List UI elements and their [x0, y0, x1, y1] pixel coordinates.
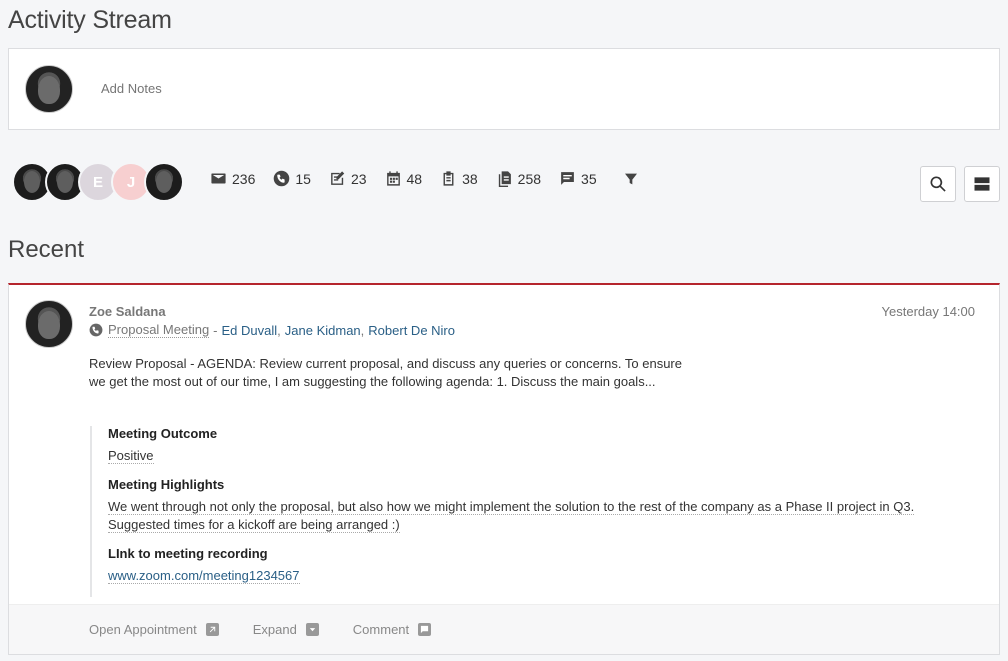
email-icon	[211, 173, 226, 184]
recent-title: Recent	[8, 236, 85, 263]
comment-icon	[561, 172, 574, 185]
task-count[interactable]: 38	[440, 170, 478, 187]
page-title: Activity Stream	[8, 6, 172, 34]
add-notes-input[interactable]	[101, 81, 701, 96]
phone-count-value: 15	[295, 170, 311, 187]
activity-counts: 236 15 23 48 38 258 35	[210, 170, 639, 187]
calendar-icon	[386, 171, 400, 186]
document-count-value: 258	[517, 170, 542, 187]
outcome-label: Meeting Outcome	[108, 426, 218, 441]
card-footer: Open Appointment Expand Comment	[9, 604, 999, 654]
highlights-label: Meeting Highlights	[108, 477, 225, 492]
document-icon	[498, 171, 511, 187]
comment-button[interactable]: Comment	[352, 622, 432, 637]
search-button[interactable]	[920, 166, 956, 202]
task-count-value: 38	[462, 170, 478, 187]
email-count-value: 236	[232, 170, 256, 187]
chevron-down-icon	[305, 623, 319, 636]
meeting-details: Meeting Outcome Positive Meeting Highlig…	[90, 426, 970, 597]
filter-bar: E J 236 15 23 48 38 258 35	[8, 160, 1000, 204]
notes-count-value: 23	[350, 170, 367, 187]
comment-count[interactable]: 35	[559, 170, 597, 187]
email-count[interactable]: 236	[210, 170, 255, 187]
clipboard-icon	[443, 171, 454, 186]
edit-note-icon	[331, 171, 345, 185]
participant-avatar[interactable]	[144, 162, 184, 202]
calendar-count-value: 48	[406, 170, 423, 187]
view-toggle-button[interactable]	[964, 166, 1000, 202]
phone-icon	[274, 170, 290, 187]
open-appointment-button[interactable]: Open Appointment	[89, 622, 219, 637]
document-count[interactable]: 258	[496, 170, 541, 187]
activity-timestamp: Yesterday 14:00	[881, 304, 975, 319]
author-avatar	[25, 300, 73, 348]
current-user-avatar	[25, 65, 73, 113]
filter-icon[interactable]	[623, 171, 639, 187]
comment-count-value: 35	[581, 170, 597, 187]
expand-button[interactable]: Expand	[253, 622, 319, 637]
author-name: Zoe Saldana	[89, 304, 166, 319]
external-link-icon	[205, 623, 219, 636]
notes-count[interactable]: 23	[329, 170, 367, 187]
phone-count[interactable]: 15	[273, 170, 311, 187]
recording-link[interactable]: www.zoom.com/meeting1234567	[108, 568, 300, 584]
meeting-separator: -	[213, 322, 218, 338]
stacked-rows-icon	[974, 177, 990, 191]
comment-icon	[418, 623, 432, 636]
phone-icon	[89, 323, 103, 337]
calendar-count[interactable]: 48	[385, 170, 423, 187]
meeting-type[interactable]: Proposal Meeting	[108, 322, 210, 338]
open-appointment-label: Open Appointment	[89, 622, 197, 637]
search-icon	[930, 176, 946, 192]
attendee-link[interactable]: Jane Kidman	[285, 323, 361, 338]
outcome-value: Positive	[108, 448, 154, 464]
attendee-link[interactable]: Ed Duvall	[222, 323, 278, 338]
activity-card: Zoe Saldana Yesterday 14:00 Proposal Mee…	[8, 283, 1000, 655]
add-notes-box[interactable]	[8, 48, 1000, 130]
activity-body: Review Proposal - AGENDA: Review current…	[89, 356, 682, 389]
meeting-line: Proposal Meeting - Ed Duvall, Jane Kidma…	[89, 322, 455, 338]
highlights-value: We went through not only the proposal, b…	[108, 499, 915, 533]
attendee-link[interactable]: Robert De Niro	[368, 323, 455, 338]
expand-label: Expand	[252, 622, 297, 637]
recording-link-label: LInk to meeting recording	[108, 546, 268, 561]
comment-label: Comment	[352, 622, 410, 637]
